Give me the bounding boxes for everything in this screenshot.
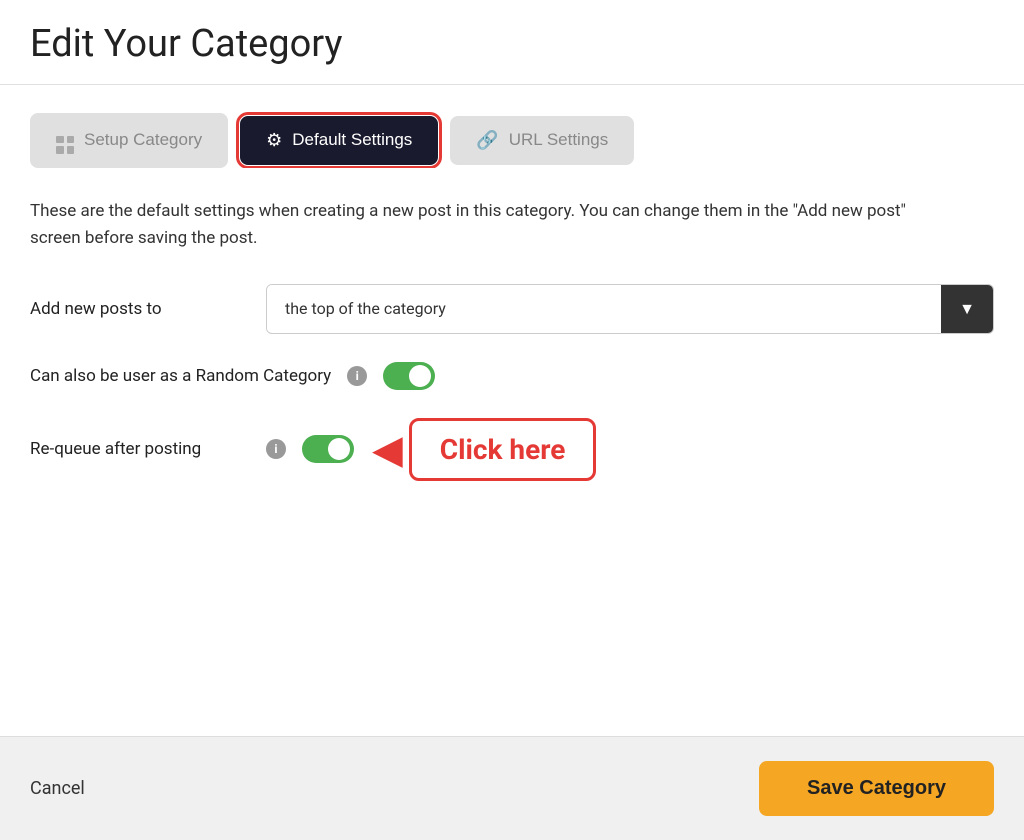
tab-url-settings[interactable]: 🔗 URL Settings [450,116,634,165]
header: Edit Your Category [0,0,1024,85]
add-new-posts-row: Add new posts to the top of the category… [30,284,994,334]
dropdown-arrow-icon[interactable]: ▼ [941,285,993,333]
tabs-section: Setup Category ⚙ Default Settings 🔗 URL … [0,85,1024,168]
requeue-label: Re-queue after posting [30,439,250,459]
click-here-box: Click here [409,418,597,481]
tab-url-label: URL Settings [509,130,609,150]
toggle-track [383,362,435,390]
add-new-posts-dropdown[interactable]: the top of the category ▼ [266,284,994,334]
page-container: Edit Your Category Setup Category ⚙ Defa… [0,0,1024,840]
requeue-toggle[interactable] [302,435,354,463]
requeue-toggle-track [302,435,354,463]
random-category-label: Can also be user as a Random Category [30,366,331,386]
add-new-posts-label: Add new posts to [30,299,250,319]
tab-setup-category[interactable]: Setup Category [30,113,228,168]
arrow-annotation: ◀ Click here [372,418,596,481]
toggle-thumb [409,365,431,387]
random-category-info-icon[interactable]: i [347,366,367,386]
requeue-info-icon[interactable]: i [266,439,286,459]
content-area: These are the default settings when crea… [0,168,1024,737]
requeue-row: Re-queue after posting i [30,435,354,463]
tab-default-settings[interactable]: ⚙ Default Settings [240,116,438,165]
cancel-link[interactable]: Cancel [30,778,85,799]
gear-icon: ⚙ [266,130,282,151]
description-text: These are the default settings when crea… [30,198,930,252]
save-category-button[interactable]: Save Category [759,761,994,816]
dropdown-value: the top of the category [267,285,941,332]
tabs-row: Setup Category ⚙ Default Settings 🔗 URL … [30,113,994,168]
random-category-toggle[interactable] [383,362,435,390]
requeue-toggle-thumb [328,438,350,460]
requeue-annotation-row: Re-queue after posting i ◀ Click here [30,418,994,481]
red-arrow-icon: ◀ [372,426,403,473]
random-category-row: Can also be user as a Random Category i [30,362,994,390]
tab-default-label: Default Settings [292,130,412,150]
footer: Cancel Save Category [0,736,1024,840]
grid-icon [56,127,74,154]
link-icon: 🔗 [476,130,498,151]
tab-setup-label: Setup Category [84,130,202,150]
page-title: Edit Your Category [30,22,994,66]
